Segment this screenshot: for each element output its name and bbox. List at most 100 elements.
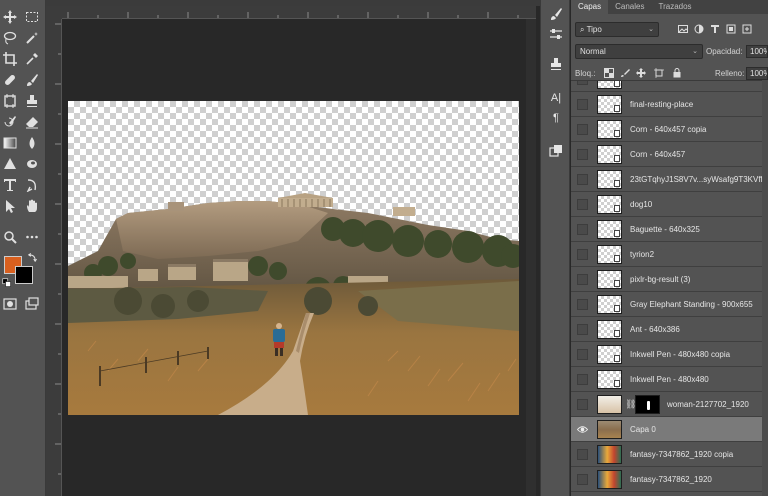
clone-stamp-icon[interactable]: [24, 93, 40, 109]
layer-row[interactable]: dog10: [571, 192, 768, 217]
layer-row[interactable]: Corn - 640x457: [571, 142, 768, 167]
visibility-toggle[interactable]: [577, 149, 588, 160]
brush-settings-icon[interactable]: [548, 6, 564, 22]
layer-name: Corn - 640x457 copia: [630, 125, 707, 134]
layer-comps-icon[interactable]: [548, 143, 564, 159]
layer-thumbnail: [597, 420, 622, 439]
lock-pixels-icon[interactable]: [619, 67, 630, 78]
layer-row[interactable]: Inkwell Pen - 480x480 copia: [571, 342, 768, 367]
layers-panel-tabs: Capas Canales Trazados: [571, 0, 768, 14]
layer-thumbnail: [597, 245, 622, 264]
character-icon[interactable]: A|: [548, 90, 564, 106]
visibility-toggle[interactable]: [577, 99, 588, 110]
filter-smart-object-icon[interactable]: [741, 23, 753, 35]
healing-brush-icon[interactable]: [2, 72, 18, 88]
gradient-icon[interactable]: [2, 135, 18, 151]
lock-position-icon[interactable]: [635, 67, 646, 78]
zoom-icon[interactable]: [2, 229, 18, 245]
visibility-toggle[interactable]: [577, 224, 588, 235]
brush-icon[interactable]: [24, 72, 40, 88]
layer-thumbnail: [597, 220, 622, 239]
layers-panel: Capas Canales Trazados ⌕ Tipo ⌄ Normal ⌄…: [571, 0, 768, 496]
shape-icon[interactable]: [2, 198, 18, 214]
lasso-icon[interactable]: [2, 30, 18, 46]
filter-adjustment-icon[interactable]: [693, 23, 705, 35]
layer-row-selected[interactable]: Capa 0: [571, 417, 768, 442]
layer-name: pixlr-bg-result (3): [630, 275, 691, 284]
blend-mode-select[interactable]: Normal ⌄: [575, 44, 703, 59]
hand-icon[interactable]: [24, 198, 40, 214]
eraser-icon[interactable]: [24, 114, 40, 130]
blur-icon[interactable]: [24, 135, 40, 151]
visibility-toggle[interactable]: [577, 81, 588, 85]
quick-mask-icon[interactable]: [2, 296, 18, 312]
tab-capas[interactable]: Capas: [571, 0, 609, 14]
paragraph-icon[interactable]: ¶: [548, 110, 564, 126]
layer-row[interactable]: tyrion2: [571, 242, 768, 267]
layer-row[interactable]: ⛓ woman-2127702_1920: [571, 392, 768, 417]
opacity-input[interactable]: 100%: [746, 45, 768, 58]
lock-all-icon[interactable]: [671, 67, 682, 78]
type-icon[interactable]: [2, 177, 18, 193]
visibility-toggle[interactable]: [577, 249, 588, 260]
document-canvas[interactable]: [68, 101, 519, 415]
visibility-toggle[interactable]: [577, 449, 588, 460]
canvas-area[interactable]: [62, 19, 536, 496]
layer-row[interactable]: fantasy-7347862_1920: [571, 467, 768, 492]
more-tools-icon[interactable]: [24, 229, 40, 245]
pen-icon[interactable]: [24, 156, 40, 172]
eye-icon[interactable]: [577, 424, 588, 435]
visibility-toggle[interactable]: [577, 124, 588, 135]
filter-image-icon[interactable]: [677, 23, 689, 35]
layer-name: fantasy-7347862_1920 copia: [630, 450, 734, 459]
lock-artboard-icon[interactable]: [653, 67, 664, 78]
visibility-toggle[interactable]: [577, 199, 588, 210]
visibility-toggle[interactable]: [577, 474, 588, 485]
visibility-toggle[interactable]: [577, 174, 588, 185]
move-icon[interactable]: [2, 9, 18, 25]
filter-shape-icon[interactable]: [725, 23, 737, 35]
document-scrollbar[interactable]: [526, 19, 536, 496]
fill-input[interactable]: 100%: [746, 67, 768, 80]
default-colors-icon[interactable]: [2, 278, 12, 288]
tab-trazados[interactable]: Trazados: [651, 0, 698, 14]
layer-filter-select[interactable]: ⌕ Tipo ⌄: [575, 22, 659, 37]
visibility-toggle[interactable]: [577, 274, 588, 285]
link-icon[interactable]: ⛓: [625, 399, 636, 410]
layer-row[interactable]: Ant - 640x386: [571, 317, 768, 342]
visibility-toggle[interactable]: [577, 324, 588, 335]
layer-row[interactable]: Corn - 640x457 copia: [571, 117, 768, 142]
layer-thumbnail: [597, 95, 622, 114]
visibility-toggle[interactable]: [577, 374, 588, 385]
layer-row[interactable]: [571, 81, 768, 92]
adjust-icon[interactable]: [548, 26, 564, 42]
magic-wand-icon[interactable]: [24, 30, 40, 46]
history-brush-icon[interactable]: [2, 114, 18, 130]
background-color-swatch[interactable]: [15, 266, 33, 284]
layer-row[interactable]: 23tGTqhyJ1S8V7v...syWsafg9T3KVff: [571, 167, 768, 192]
clone-source-icon[interactable]: [548, 56, 564, 72]
layer-row[interactable]: Baguette - 640x325: [571, 217, 768, 242]
layer-row[interactable]: Inkwell Pen - 480x480: [571, 367, 768, 392]
layers-scrollbar[interactable]: [762, 80, 768, 496]
visibility-toggle[interactable]: [577, 299, 588, 310]
swap-colors-icon[interactable]: [28, 252, 38, 263]
visibility-toggle[interactable]: [577, 349, 588, 360]
eyedropper-icon[interactable]: [24, 51, 40, 67]
layer-row[interactable]: pixlr-bg-result (3): [571, 267, 768, 292]
dodge-icon[interactable]: [2, 156, 18, 172]
layer-name: Gray Elephant Standing - 900x655: [630, 300, 753, 309]
marquee-icon[interactable]: [24, 9, 40, 25]
path-select-icon[interactable]: [24, 177, 40, 193]
layer-row[interactable]: final-resting-place: [571, 92, 768, 117]
layer-row[interactable]: fantasy-7347862_1920 copia: [571, 442, 768, 467]
tab-canales[interactable]: Canales: [608, 0, 651, 14]
lock-transparency-icon[interactable]: [603, 67, 614, 78]
crop-icon[interactable]: [2, 51, 18, 67]
screen-mode-icon[interactable]: [24, 296, 40, 312]
visibility-toggle[interactable]: [577, 399, 588, 410]
layer-mask-thumbnail[interactable]: [635, 395, 660, 414]
frame-icon[interactable]: [2, 93, 18, 109]
layer-row[interactable]: Gray Elephant Standing - 900x655: [571, 292, 768, 317]
filter-type-icon[interactable]: [709, 23, 721, 35]
